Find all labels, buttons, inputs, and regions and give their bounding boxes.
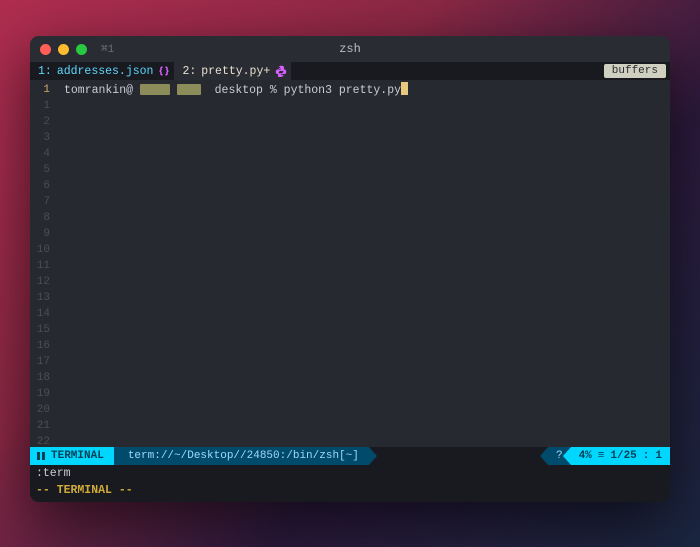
redacted-segment: xxx [177, 84, 201, 95]
rel-line: 6 [30, 178, 50, 194]
mode-indicator: -- TERMINAL -- [30, 482, 670, 502]
prompt-symbol: % [270, 84, 277, 97]
command-line[interactable]: :term [30, 465, 670, 482]
rel-line: 13 [30, 290, 50, 306]
json-filetype-icon [158, 65, 170, 77]
line-number-gutter: 1 1 2 3 4 5 6 7 8 9 10 11 12 13 14 15 16… [30, 80, 58, 447]
buffer-index: 1: [38, 65, 52, 78]
editor-area: 1 1 2 3 4 5 6 7 8 9 10 11 12 13 14 15 16… [30, 80, 670, 447]
rel-line: 12 [30, 274, 50, 290]
rel-line: 3 [30, 130, 50, 146]
current-line-number: 1 [30, 82, 50, 98]
rel-line: 7 [30, 194, 50, 210]
rel-line: 15 [30, 322, 50, 338]
rel-line: 8 [30, 210, 50, 226]
prompt-path: desktop [215, 84, 263, 97]
filetype-icon: ? [556, 450, 563, 462]
buffer-tab-pretty[interactable]: 2: pretty.py+ [174, 62, 291, 80]
status-path: term://~/Desktop//24850:/bin/zsh[~] [114, 447, 369, 465]
redacted-host: xxxx [140, 84, 170, 95]
rel-line: 11 [30, 258, 50, 274]
status-line: TERMINAL term://~/Desktop//24850:/bin/zs… [30, 447, 670, 465]
status-percent: 4% [579, 450, 592, 462]
mode-label: TERMINAL [51, 450, 104, 462]
buffer-name: addresses.json [57, 65, 154, 78]
buffer-tab-addresses[interactable]: 1: addresses.json [30, 62, 174, 80]
rel-line: 19 [30, 386, 50, 402]
buffer-tab-bar: 1: addresses.json 2: pretty.py+ buffers [30, 62, 670, 80]
buffer-name: pretty.py+ [201, 65, 270, 78]
terminal-content[interactable]: tomrankin@ xxxx xxx desktop % python3 pr… [58, 80, 670, 447]
prompt-command: python3 pretty.py [284, 84, 401, 97]
window-controls [40, 44, 87, 55]
rel-line: 14 [30, 306, 50, 322]
status-lines: 1/25 [610, 450, 636, 462]
rel-line: 9 [30, 226, 50, 242]
rel-line: 18 [30, 370, 50, 386]
col-icon: : [643, 450, 650, 462]
window-title: zsh [339, 42, 361, 56]
minimize-icon[interactable] [58, 44, 69, 55]
buffer-index: 2: [182, 65, 196, 78]
rel-line: 17 [30, 354, 50, 370]
rel-line: 1 [30, 98, 50, 114]
hash-icon: ≡ [598, 450, 605, 462]
status-path-text: term://~/Desktop//24850:/bin/zsh[~] [128, 450, 359, 462]
status-position: 4% ≡ 1/25 :1 [571, 447, 670, 465]
pause-icon [36, 451, 46, 461]
cursor-icon [401, 82, 408, 95]
terminal-window: ⌘1 zsh 1: addresses.json 2: pretty.py+ b… [30, 36, 670, 502]
tab-shortcut-hint: ⌘1 [101, 42, 114, 56]
zoom-icon[interactable] [76, 44, 87, 55]
rel-line: 20 [30, 402, 50, 418]
status-spacer [369, 447, 548, 465]
rel-line: 4 [30, 146, 50, 162]
python-filetype-icon [275, 65, 287, 77]
buffers-label: buffers [604, 64, 666, 78]
rel-line: 5 [30, 162, 50, 178]
rel-line: 16 [30, 338, 50, 354]
titlebar[interactable]: ⌘1 zsh [30, 36, 670, 62]
rel-line: 21 [30, 418, 50, 434]
status-mode: TERMINAL [30, 447, 114, 465]
rel-line: 10 [30, 242, 50, 258]
rel-line: 22 [30, 434, 50, 447]
rel-line: 2 [30, 114, 50, 130]
close-icon[interactable] [40, 44, 51, 55]
status-col: 1 [655, 450, 662, 462]
prompt-user: tomrankin@ [64, 84, 133, 97]
command-line-text: :term [36, 467, 71, 480]
